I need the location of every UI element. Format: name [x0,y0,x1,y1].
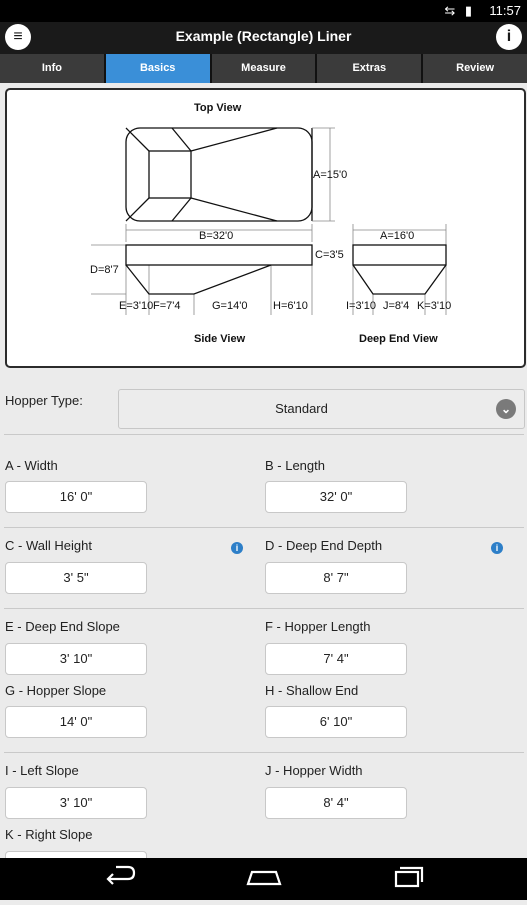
status-icons: ⇆ ▮ [444,3,475,18]
c-info-icon[interactable]: i [231,542,243,554]
b-length-label: B - Length [265,458,325,473]
divider [4,434,524,435]
dim-k-label: K=3'10 [417,300,451,312]
tab-extras[interactable]: Extras [317,54,422,83]
tab-review[interactable]: Review [423,54,527,83]
side-view-wall [125,244,313,266]
dim-h-label: H=6'10 [273,300,308,312]
e-deep-end-slope-label: E - Deep End Slope [5,619,120,634]
side-view-floor [125,264,272,295]
dim-a-top-label: A=15'0 [313,169,347,181]
c-wall-height-label: C - Wall Height [5,538,92,553]
f-hopper-length-label: F - Hopper Length [265,619,371,634]
dim-e-label: E=3'10 [119,300,153,312]
a-width-field[interactable]: 16' 0" [5,481,147,513]
clock: 11:57 [489,3,521,18]
d-deep-end-depth-label: D - Deep End Depth [265,538,383,553]
tab-bar: Info Basics Measure Extras Review [0,54,527,83]
app-bar: ≡ Example (Rectangle) Liner i [0,22,527,54]
nav-bar [0,858,527,900]
top-view-label: Top View [194,102,242,114]
deep-end-view-wall [352,244,447,266]
dim-i-label: I=3'10 [346,300,376,312]
dim-j-label: J=8'4 [383,300,409,312]
h-shallow-end-field[interactable]: 6' 10" [265,706,407,738]
dim-f-label: F=7'4 [153,300,180,312]
home-icon[interactable] [246,870,282,886]
deep-end-view-floor [352,264,447,295]
dim-d-label: D=8'7 [90,264,119,276]
h-shallow-end-label: H - Shallow End [265,683,359,698]
a-width-label: A - Width [5,458,58,473]
top-view-outline [125,127,313,222]
page-title: Example (Rectangle) Liner [175,28,352,44]
divider [4,527,524,528]
c-wall-height-field[interactable]: 3' 5" [5,562,147,594]
hopper-type-label: Hopper Type: [5,393,83,408]
pool-diagram-svg: Top View Side View Deep End View A=15'0 … [90,102,451,345]
top-view-hopper [148,150,192,199]
k-right-slope-label: K - Right Slope [5,827,93,842]
chevron-down-icon[interactable]: ⌄ [496,399,516,419]
hopper-type-row: Hopper Type: Standard ⌄ [0,389,527,431]
j-hopper-width-label: J - Hopper Width [265,763,363,778]
dim-a-deep-label: A=16'0 [380,230,414,242]
pool-diagram: Top View Side View Deep End View A=15'0 … [5,88,526,368]
d-info-icon[interactable]: i [491,542,503,554]
b-length-field[interactable]: 32' 0" [265,481,407,513]
dim-b-label: B=32'0 [199,230,233,242]
divider [4,608,524,609]
tab-measure[interactable]: Measure [211,54,316,83]
g-hopper-slope-label: G - Hopper Slope [5,683,107,698]
i-left-slope-field[interactable]: 3' 10" [5,787,147,819]
dim-c-label: C=3'5 [315,249,344,261]
side-view-label: Side View [194,333,246,345]
e-deep-end-slope-field[interactable]: 3' 10" [5,643,147,675]
hopper-type-value: Standard [275,401,328,416]
dim-g-label: G=14'0 [212,300,247,312]
f-hopper-length-field[interactable]: 7' 4" [265,643,407,675]
i-left-slope-label: I - Left Slope [5,763,79,778]
tab-basics[interactable]: Basics [105,54,210,83]
status-bar: ⇆ ▮ 11:57 [0,0,527,22]
tab-info[interactable]: Info [0,54,104,83]
divider [4,752,524,753]
d-deep-end-depth-field[interactable]: 8' 7" [265,562,407,594]
deep-end-view-label: Deep End View [359,333,438,345]
hopper-type-select[interactable]: Standard ⌄ [118,389,525,429]
recents-icon[interactable] [394,866,424,888]
j-hopper-width-field[interactable]: 8' 4" [265,787,407,819]
back-icon[interactable] [106,865,136,885]
g-hopper-slope-field[interactable]: 14' 0" [5,706,147,738]
info-icon[interactable]: i [496,24,522,50]
